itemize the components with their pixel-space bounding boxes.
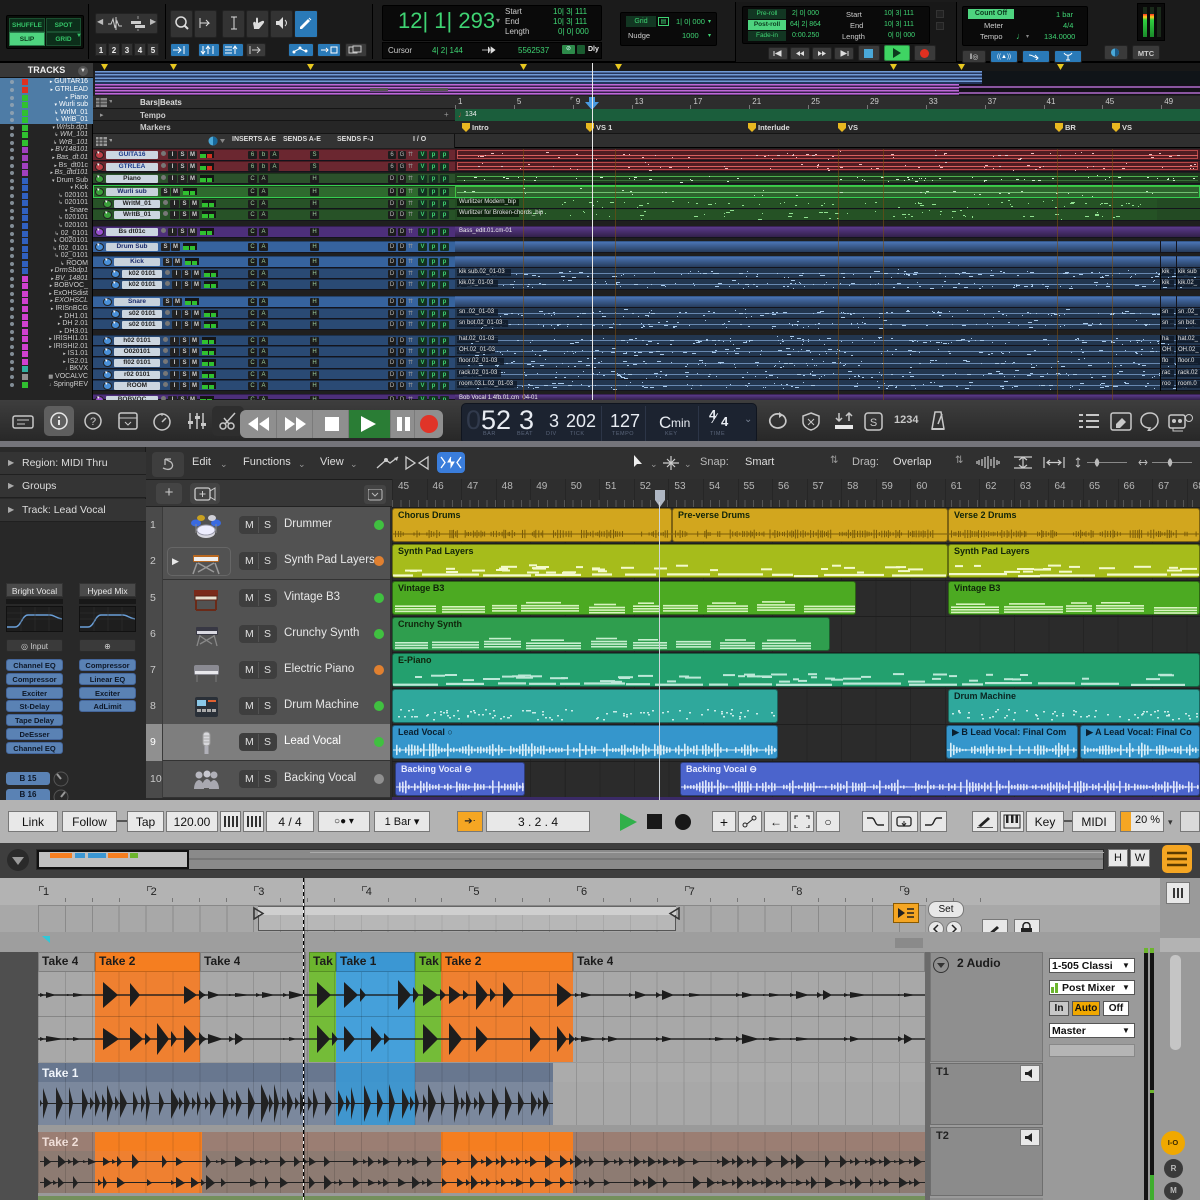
svg-text:S: S (870, 417, 877, 429)
svg-text:?: ? (90, 416, 96, 428)
